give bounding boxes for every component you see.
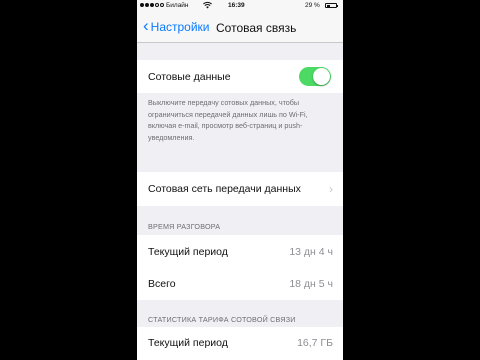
cellular-network-row[interactable]: Сотовая сеть передачи данных › bbox=[137, 172, 343, 206]
chevron-left-icon: ‹ bbox=[143, 16, 149, 35]
tariff-current-row: Текущий период 16,7 ГБ bbox=[137, 327, 343, 360]
phone-screen: Билайн 16:39 29 % ‹ Настройки Сотовая св… bbox=[137, 0, 343, 360]
back-button[interactable]: ‹ Настройки bbox=[143, 16, 210, 35]
chevron-right-icon: › bbox=[329, 182, 333, 196]
cellular-data-toggle[interactable] bbox=[299, 67, 331, 86]
call-time-current-row: Текущий период 13 дн 4 ч bbox=[137, 235, 343, 268]
status-time: 16:39 bbox=[228, 2, 245, 9]
battery-icon bbox=[325, 3, 338, 8]
status-bar: Билайн 16:39 29 % bbox=[137, 0, 343, 12]
call-time-header: ВРЕМЯ РАЗГОВОРА bbox=[148, 222, 221, 231]
toggle-knob bbox=[313, 68, 330, 85]
row-value: 13 дн 4 ч bbox=[289, 246, 333, 258]
page-title: Сотовая связь bbox=[216, 21, 297, 35]
row-value: 18 дн 5 ч bbox=[289, 278, 333, 290]
call-time-total-row: Всего 18 дн 5 ч bbox=[137, 268, 343, 300]
tariff-stats-header: СТАТИСТИКА ТАРИФА СОТОВОЙ СВЯЗИ bbox=[148, 315, 296, 324]
cellular-data-label: Сотовые данные bbox=[148, 71, 231, 83]
cellular-network-label: Сотовая сеть передачи данных bbox=[148, 183, 301, 195]
row-label: Всего bbox=[148, 278, 176, 290]
wifi-icon bbox=[203, 1, 212, 11]
row-value: 16,7 ГБ bbox=[297, 337, 333, 349]
navigation-bar: ‹ Настройки Сотовая связь bbox=[137, 12, 343, 43]
carrier-name: Билайн bbox=[166, 2, 189, 9]
battery-percent: 29 % bbox=[305, 2, 320, 9]
cellular-data-footnote: Выключите передачу сотовых данных, чтобы… bbox=[148, 98, 308, 142]
signal-strength-icon bbox=[140, 3, 164, 7]
back-button-label: Настройки bbox=[150, 20, 210, 34]
row-label: Текущий период bbox=[148, 337, 228, 349]
row-label: Текущий период bbox=[148, 246, 228, 258]
